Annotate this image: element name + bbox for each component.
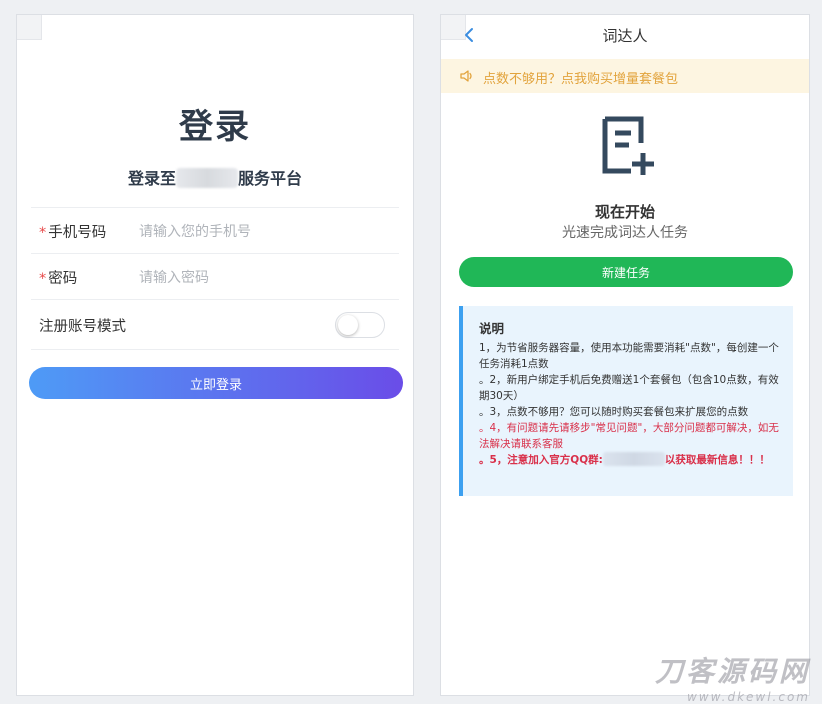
info-line: 。3，点数不够用？您可以随时购买套餐包来扩展您的点数 xyxy=(479,406,749,418)
speaker-icon xyxy=(460,70,472,82)
register-mode-label: 注册账号模式 xyxy=(39,319,126,335)
corner-mark xyxy=(17,15,42,40)
login-panel: 登录 登录至服务平台 *手机号码 *密码 注册账号模式 立即登录 xyxy=(16,14,414,696)
nav-bar: 词达人 xyxy=(441,15,809,55)
password-label: * 密码 xyxy=(39,267,77,288)
watermark: 刀客源码网 www.dkewl.com xyxy=(655,650,810,704)
new-document-icon xyxy=(602,116,654,175)
toggle-knob xyxy=(338,315,358,335)
start-subtitle: 光速完成词达人任务 xyxy=(562,225,688,241)
phone-label: * 手机号码 xyxy=(39,221,106,242)
phone-label-text: 手机号码 xyxy=(48,225,107,241)
watermark-title: 刀客源码网 xyxy=(654,655,810,688)
divider xyxy=(31,299,399,300)
login-subtitle: 登录至 服务平台 xyxy=(17,165,413,189)
divider xyxy=(31,349,399,350)
login-button[interactable]: 立即登录 xyxy=(29,367,403,399)
info-title: 说明 xyxy=(479,321,505,336)
divider xyxy=(31,253,399,254)
page-title: 登录 xyxy=(179,107,251,147)
qq-line-suffix: 以获取最新信息！！！ xyxy=(664,454,770,466)
divider xyxy=(31,207,399,208)
password-label-text: 密码 xyxy=(48,271,78,287)
info-line: 1，为节省服务器容量，使用本功能需要消耗"点数"，每创建一个任务消耗1点数 xyxy=(479,342,779,370)
info-box: 说明 1，为节省服务器容量，使用本功能需要消耗"点数"，每创建一个任务消耗1点数… xyxy=(459,306,793,496)
required-mark: * xyxy=(39,271,47,287)
password-input[interactable] xyxy=(139,267,379,289)
start-title: 现在开始 xyxy=(594,203,655,221)
new-task-button[interactable]: 新建任务 xyxy=(459,257,793,287)
blurred-qq-number xyxy=(602,452,665,466)
register-mode-toggle[interactable] xyxy=(335,312,385,338)
task-panel: 词达人 点数不够用？点我购买增量套餐包 现在开始 光速完成词达人任务 新建任务 … xyxy=(440,14,810,696)
qq-line-prefix: 。5，注意加入官方QQ群: xyxy=(479,454,603,466)
notice-bar[interactable]: 点数不够用？点我购买增量套餐包 xyxy=(441,59,809,93)
info-line: 。4，有问题请先请移步"常见问题"，大部分问题都可解决，如无法解决请联系客服 xyxy=(479,422,779,450)
info-line: 。2，新用户绑定手机后免费赠送1个套餐包（包含10点数，有效期30天） xyxy=(479,374,779,402)
phone-input[interactable] xyxy=(139,221,379,243)
nav-title: 词达人 xyxy=(602,27,648,45)
subtitle-suffix: 服务平台 xyxy=(238,169,303,188)
info-line-qq: 。5，注意加入官方QQ群: 以获取最新信息！！！ xyxy=(479,452,779,468)
required-mark: * xyxy=(39,225,47,241)
notice-text[interactable]: 点数不够用？点我购买增量套餐包 xyxy=(483,68,678,87)
subtitle-prefix: 登录至 xyxy=(127,169,176,188)
blurred-platform-name xyxy=(176,168,238,188)
